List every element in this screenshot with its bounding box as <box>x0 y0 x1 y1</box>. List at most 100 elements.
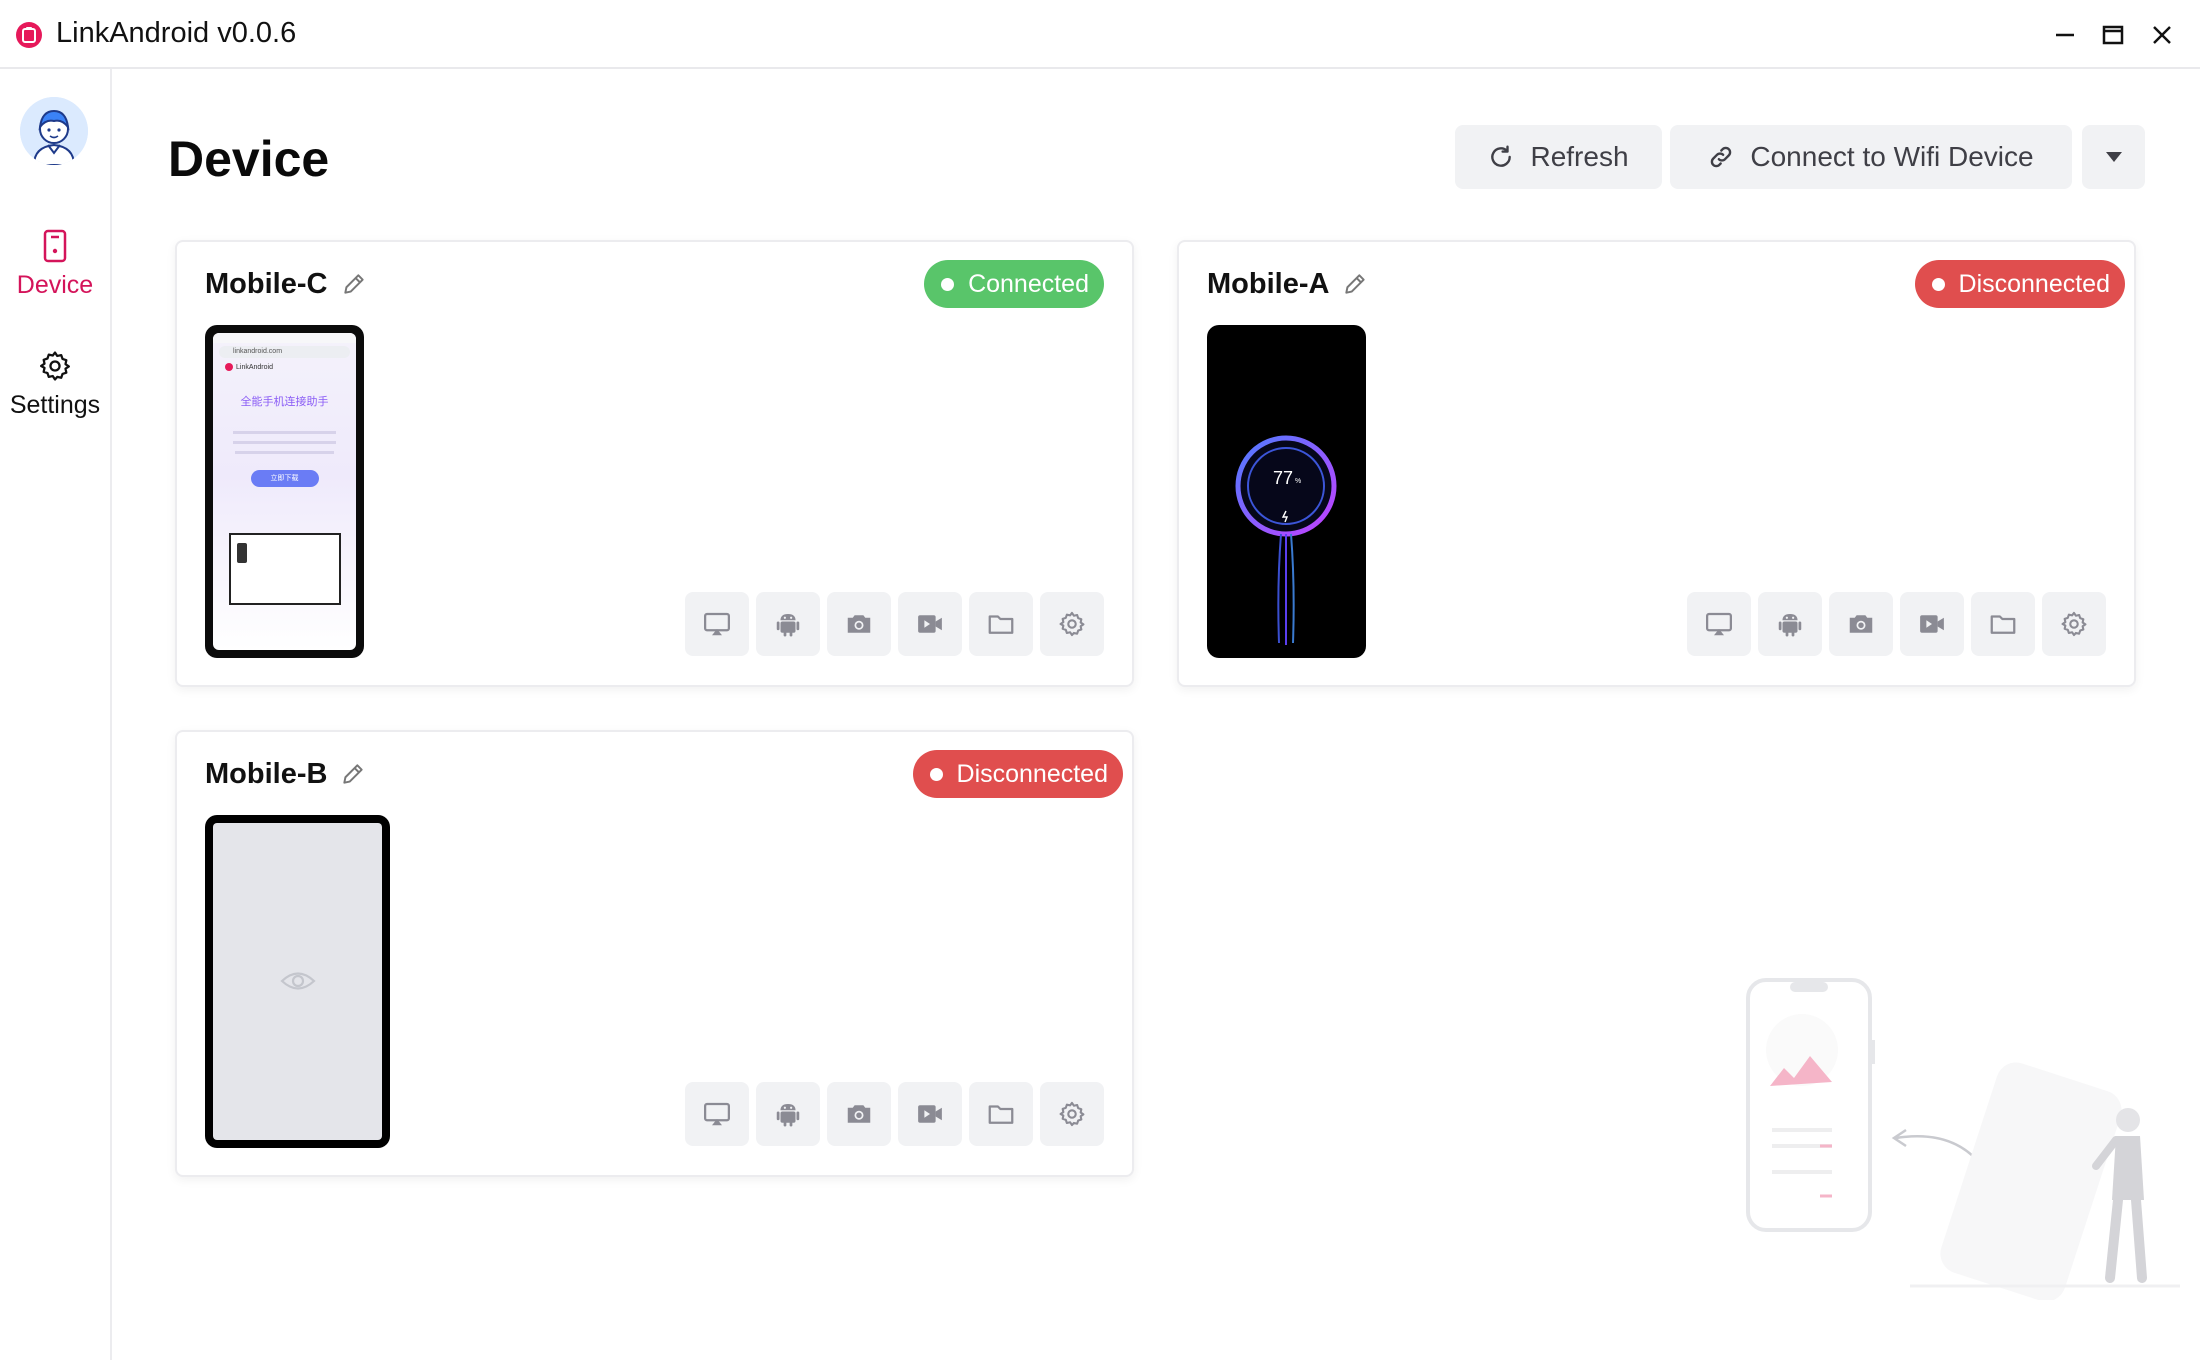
camera-icon <box>847 1105 871 1123</box>
mirror-screen-icon <box>704 1102 730 1126</box>
minimize-icon <box>2056 33 2074 37</box>
pencil-icon[interactable] <box>340 761 366 787</box>
android-control-button[interactable] <box>1758 592 1822 656</box>
gear-icon <box>1059 611 1085 637</box>
sidebar-item-label: Settings <box>9 391 101 419</box>
mirror-screen-button[interactable] <box>1687 592 1751 656</box>
avatar[interactable] <box>20 97 88 165</box>
phone-status-bar <box>213 333 356 343</box>
status-badge: Disconnected <box>912 750 1123 798</box>
android-icon <box>776 614 800 637</box>
folder-icon <box>988 1105 1014 1124</box>
device-screen-preview[interactable] <box>205 815 390 1148</box>
user-avatar-icon <box>20 97 88 165</box>
video-icon <box>918 615 942 633</box>
app-logo-icon <box>16 22 42 48</box>
more-options-dropdown[interactable] <box>2082 125 2145 189</box>
site-text-line <box>233 431 336 434</box>
android-control-button[interactable] <box>756 592 820 656</box>
site-download-button: 立即下载 <box>250 470 319 487</box>
app-window: LinkAndroid v0.0.6 Device Settings Devic… <box>0 0 2200 1360</box>
connect-wifi-label: Connect to Wifi Device <box>1750 141 2034 172</box>
close-button[interactable] <box>2142 15 2182 55</box>
site-text-line <box>233 441 336 444</box>
screen-content: linkandroid.com LinkAndroid 全能手机连接助手 立即下… <box>213 333 356 650</box>
phone-icon <box>43 229 67 263</box>
video-icon <box>918 1105 942 1123</box>
device-name: Mobile-C <box>205 268 328 300</box>
site-brand-label: LinkAndroid <box>236 363 273 371</box>
mirror-screen-button[interactable] <box>685 592 749 656</box>
screenshot-button[interactable] <box>827 1082 891 1146</box>
file-manager-button[interactable] <box>969 592 1033 656</box>
gear-icon <box>39 351 71 381</box>
android-icon <box>776 1104 800 1127</box>
sidebar-item-device[interactable]: Device <box>0 229 110 300</box>
video-icon <box>1920 615 1944 633</box>
gear-icon <box>2061 611 2087 637</box>
mirror-screen-icon <box>1706 612 1732 636</box>
site-brand: LinkAndroid <box>225 363 344 371</box>
device-actions <box>685 592 1104 656</box>
camera-icon <box>1849 615 1873 633</box>
device-actions <box>685 1082 1104 1146</box>
brand-logo-icon <box>225 363 233 371</box>
device-screen-preview[interactable]: linkandroid.com LinkAndroid 全能手机连接助手 立即下… <box>205 325 364 658</box>
device-settings-button[interactable] <box>1040 592 1104 656</box>
browser-url-bar: linkandroid.com <box>219 346 350 358</box>
caret-down-icon <box>2105 152 2122 162</box>
record-video-button[interactable] <box>1900 592 1964 656</box>
record-video-button[interactable] <box>898 1082 962 1146</box>
sidebar-item-settings[interactable]: Settings <box>0 349 110 420</box>
status-badge: Disconnected <box>1914 260 2125 308</box>
title-bar: LinkAndroid v0.0.6 <box>0 0 2200 69</box>
device-name: Mobile-A <box>1207 268 1330 300</box>
battery-percent-unit: % <box>1295 478 1302 485</box>
sidebar: Device Settings <box>0 69 112 1360</box>
device-name: Mobile-B <box>205 758 328 790</box>
device-settings-button[interactable] <box>2042 592 2106 656</box>
refresh-button[interactable]: Refresh <box>1455 125 1662 189</box>
battery-percent: 77 <box>1273 468 1294 488</box>
maximize-icon <box>2102 25 2124 45</box>
maximize-button[interactable] <box>2093 15 2133 55</box>
refresh-label: Refresh <box>1530 141 1629 172</box>
mirror-screen-icon <box>704 612 730 636</box>
folder-icon <box>988 615 1014 634</box>
record-video-button[interactable] <box>898 592 962 656</box>
mirror-screen-button[interactable] <box>685 1082 749 1146</box>
connect-wifi-button[interactable]: Connect to Wifi Device <box>1670 125 2072 189</box>
close-icon <box>2153 26 2171 44</box>
device-card-mobile-b: Mobile-B Disconnected <box>175 730 1134 1177</box>
pencil-icon[interactable] <box>341 271 367 297</box>
gear-icon <box>1059 1101 1085 1127</box>
file-manager-button[interactable] <box>1971 592 2035 656</box>
camera-icon <box>847 615 871 633</box>
android-control-button[interactable] <box>756 1082 820 1146</box>
page-title: Device <box>168 131 330 187</box>
phone-connection-illustration <box>1746 978 2180 1300</box>
window-title: LinkAndroid v0.0.6 <box>56 17 297 49</box>
status-badge: Connected <box>924 260 1104 308</box>
eye-icon <box>280 972 316 990</box>
screenshot-button[interactable] <box>827 592 891 656</box>
folder-icon <box>1990 615 2016 634</box>
refresh-icon <box>1491 145 1512 167</box>
file-manager-button[interactable] <box>969 1082 1033 1146</box>
sidebar-item-label: Device <box>16 271 94 299</box>
site-screenshot-thumbnail <box>228 533 341 605</box>
device-screen-preview[interactable]: 77 % <box>1207 325 1366 658</box>
thumb-phone <box>236 543 247 563</box>
android-icon <box>1778 614 1802 637</box>
device-settings-button[interactable] <box>1040 1082 1104 1146</box>
screenshot-button[interactable] <box>1829 592 1893 656</box>
link-icon <box>1711 146 1732 168</box>
device-card-mobile-a: Mobile-A Disconnected 77 % <box>1177 240 2136 687</box>
minimize-button[interactable] <box>2045 15 2085 55</box>
charging-screen <box>1235 435 1337 645</box>
site-text-line <box>235 451 334 454</box>
device-actions <box>1687 592 2106 656</box>
screen-placeholder <box>213 823 382 1140</box>
device-card-mobile-c: Mobile-C Connected linkandroid.com LinkA… <box>175 240 1134 687</box>
pencil-icon[interactable] <box>1342 271 1368 297</box>
